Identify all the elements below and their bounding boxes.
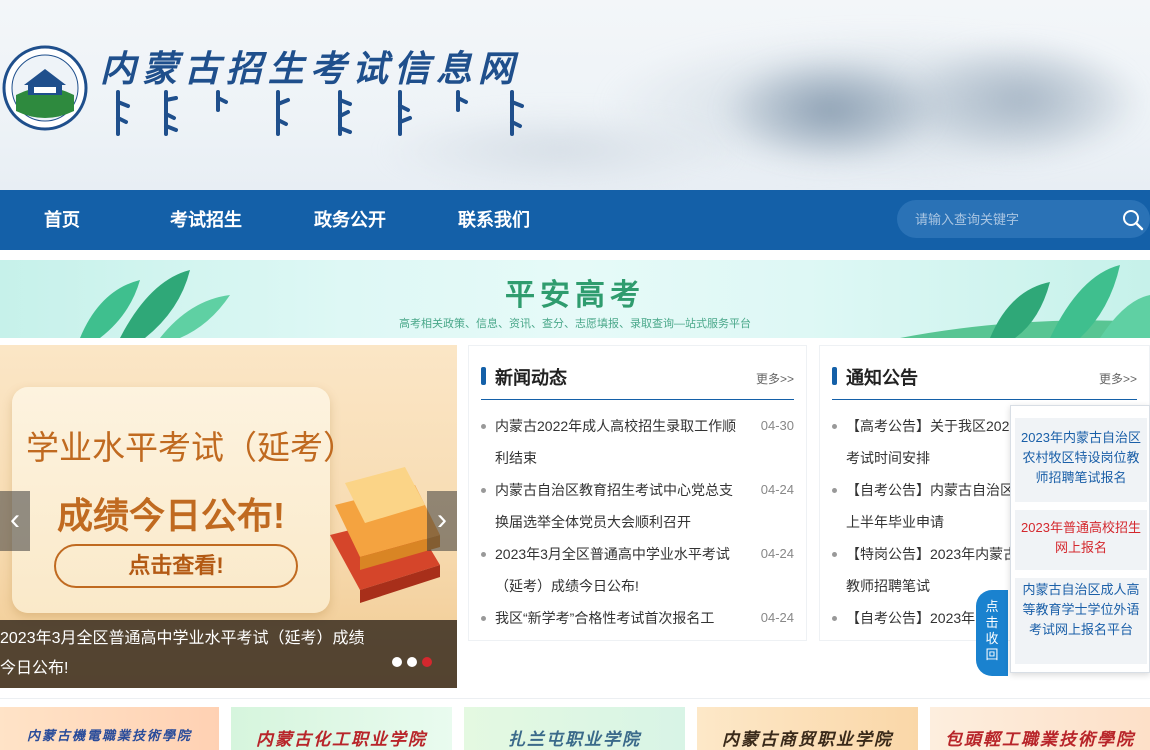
banner-title: 平安高考 [505, 278, 645, 313]
search-box [897, 200, 1150, 238]
slide-subheadline: 成绩今日公布! [57, 495, 285, 536]
slide-headline: 学业水平考试（延考） [26, 428, 356, 467]
news-more-link[interactable]: 更多>> [756, 370, 794, 387]
news-item-date: 04-24 [760, 482, 794, 497]
list-item[interactable]: 2023年3月全区普通高中学业水平考试（延考）成绩今日公布! 04-24 [481, 538, 794, 602]
safe-exam-banner[interactable]: 平安高考 高考相关政策、信息、资讯、查分、志愿填报、录取查询—站式服务平台 [0, 260, 1150, 338]
mongolian-script-logo [116, 90, 524, 136]
slide-card: 学业水平考试（延考） 成绩今日公布! 点击查看! [12, 387, 356, 613]
nav-item-exams[interactable]: 考试招生 [170, 190, 242, 250]
news-item-title[interactable]: 内蒙古2022年成人高校招生录取工作顺利结束 [495, 410, 745, 474]
float-collapse-tab[interactable]: 点击收回 [976, 590, 1008, 676]
bullet-icon [832, 616, 837, 621]
slide-caption-bar: 2023年3月全区普通高中学业水平考试（延考）成绩今日公布! [0, 620, 457, 688]
news-item-title[interactable]: 我区“新学考”合格性考试首次报名工 [495, 602, 745, 634]
college-link[interactable]: 内蒙古商贸职业学院 [697, 707, 918, 750]
news-item-date: 04-30 [760, 418, 794, 433]
notice-panel-header: 通知公告 更多>> [832, 364, 1137, 400]
news-item-date: 04-24 [760, 610, 794, 625]
slide-caption[interactable]: 2023年3月全区普通高中学业水平考试（延考）成绩今日公布! [0, 624, 380, 684]
site-logo-icon[interactable] [2, 45, 88, 131]
slide-cta-button[interactable]: 点击查看! [54, 544, 298, 588]
search-icon[interactable] [1121, 208, 1145, 232]
float-quicklinks-panel: 2023年内蒙古自治区农村牧区特设岗位教师招聘笔试报名 2023年普通高校招生网… [1010, 405, 1150, 673]
float-link-teacher-exam[interactable]: 2023年内蒙古自治区农村牧区特设岗位教师招聘笔试报名 [1015, 418, 1147, 502]
carousel-next-arrow[interactable]: › [427, 491, 457, 551]
bullet-icon [481, 488, 486, 493]
search-input[interactable] [915, 200, 1115, 238]
bullet-icon [481, 424, 486, 429]
college-link[interactable]: 内蒙古化工职业学院 [231, 707, 452, 750]
float-link-gaokao-signup[interactable]: 2023年普通高校招生网上报名 [1015, 510, 1147, 570]
nav-item-government[interactable]: 政务公开 [314, 190, 386, 250]
title-accent-bar [481, 367, 486, 385]
news-item-date: 04-24 [760, 546, 794, 561]
notice-panel-title: 通知公告 [846, 368, 918, 388]
bullet-icon [832, 488, 837, 493]
news-panel-title: 新闻动态 [495, 368, 567, 388]
main-nav: 首页 考试招生 政务公开 联系我们 [0, 190, 1150, 250]
site-title: 内蒙古招生考试信息网 [100, 48, 521, 90]
nav-item-contact[interactable]: 联系我们 [458, 190, 530, 250]
college-link[interactable]: 包頭輕工職業技術學院 [930, 707, 1150, 750]
news-list: 内蒙古2022年成人高校招生录取工作顺利结束 04-30 内蒙古自治区教育招生考… [481, 410, 794, 634]
section-divider [0, 698, 1150, 699]
news-panel-header: 新闻动态 更多>> [481, 364, 794, 400]
title-accent-bar [832, 367, 837, 385]
news-panel: 新闻动态 更多>> 内蒙古2022年成人高校招生录取工作顺利结束 04-30 内… [468, 345, 807, 641]
list-item[interactable]: 我区“新学考”合格性考试首次报名工 04-24 [481, 602, 794, 634]
bullet-icon [832, 424, 837, 429]
float-tab-label: 点击收回 [985, 599, 999, 662]
news-item-title[interactable]: 2023年3月全区普通高中学业水平考试（延考）成绩今日公布! [495, 538, 745, 602]
bullet-icon [481, 616, 486, 621]
carousel-dot[interactable] [392, 657, 402, 667]
bullet-icon [481, 552, 486, 557]
college-link[interactable]: 内蒙古機電職業技術學院 [0, 707, 219, 750]
nav-item-home[interactable]: 首页 [44, 190, 80, 250]
float-link-degree-exam[interactable]: 内蒙古自治区成人高等教育学士学位外语考试网上报名平台 [1015, 578, 1147, 664]
college-link[interactable]: 扎兰屯职业学院 [464, 707, 685, 750]
carousel-dot[interactable] [407, 657, 417, 667]
banner-subtitle: 高考相关政策、信息、资讯、查分、志愿填报、录取查询—站式服务平台 [399, 318, 751, 330]
list-item[interactable]: 内蒙古自治区教育招生考试中心党总支换届选举全体党员大会顺利召开 04-24 [481, 474, 794, 538]
list-item[interactable]: 内蒙古2022年成人高校招生录取工作顺利结束 04-30 [481, 410, 794, 474]
notice-more-link[interactable]: 更多>> [1099, 370, 1137, 387]
carousel-dot-active[interactable] [422, 657, 432, 667]
carousel-prev-arrow[interactable]: ‹ [0, 491, 30, 551]
site-header: 内蒙古招生考试信息网 [0, 0, 1150, 190]
news-carousel[interactable]: 学业水平考试（延考） 成绩今日公布! 点击查看! ‹ › 2023年3月全区普通… [0, 345, 457, 688]
bullet-icon [832, 552, 837, 557]
news-item-title[interactable]: 内蒙古自治区教育招生考试中心党总支换届选举全体党员大会顺利召开 [495, 474, 745, 538]
